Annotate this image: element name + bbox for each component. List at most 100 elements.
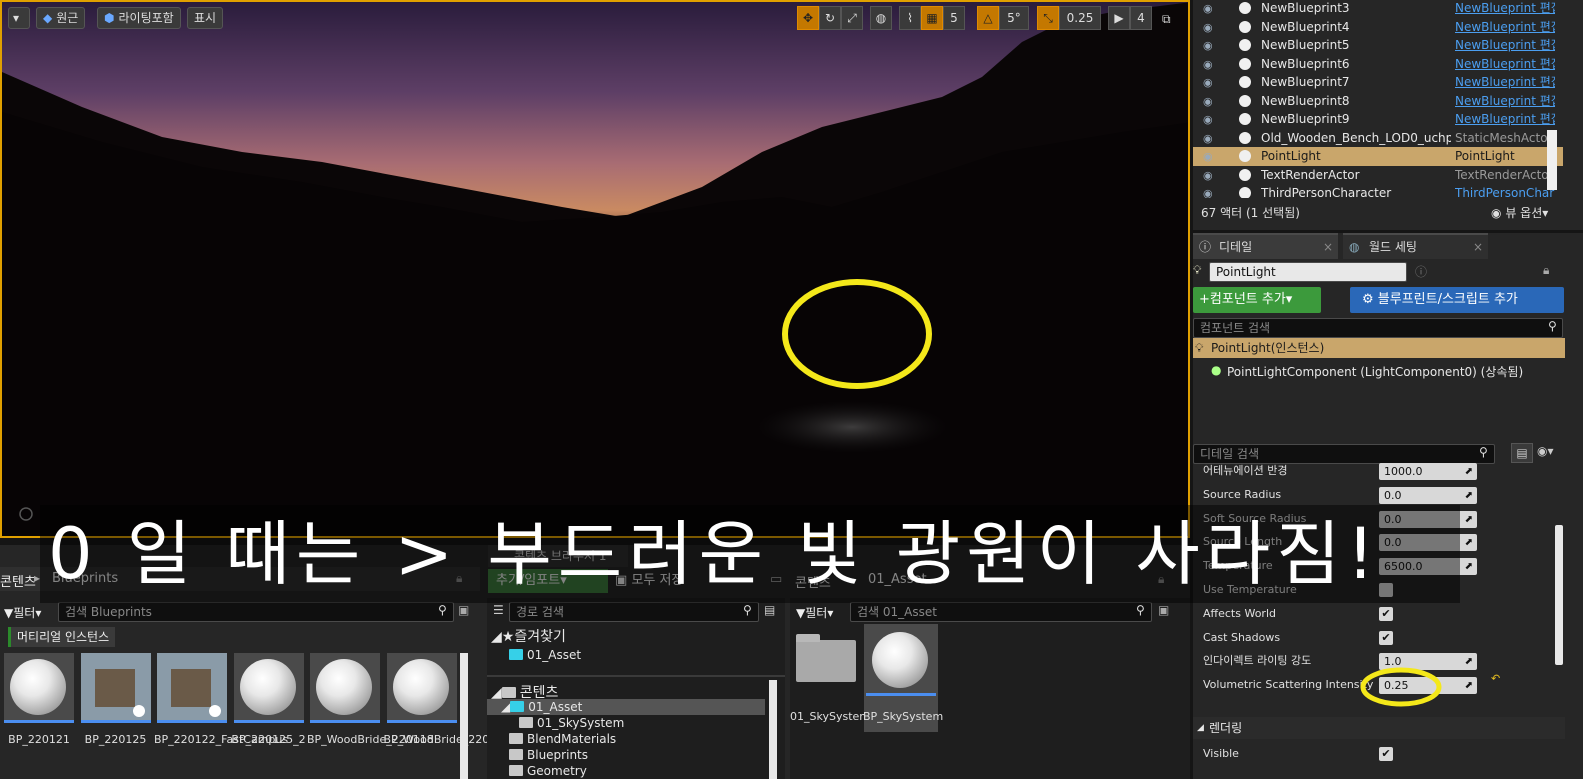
help-icon[interactable]: ⓘ [1415,263,1427,280]
show-button[interactable]: 표시 [187,7,224,29]
scale-snap-icon[interactable]: ⤡ [1037,6,1059,30]
property-value-field[interactable]: 0.0 [1379,486,1477,504]
list-view-icon[interactable]: ▤ [764,603,775,617]
outliner-row[interactable]: ◉ NewBlueprint9 NewBlueprint 편집 [1193,110,1563,129]
asset-thumbnail[interactable] [310,653,380,723]
actor-type[interactable]: NewBlueprint 편집 [1455,92,1555,111]
tab-details[interactable]: ⓘ 디테일 × [1193,233,1338,259]
outliner-row[interactable]: ◉ NewBlueprint8 NewBlueprint 편집 [1193,92,1563,111]
tree-item-geometry[interactable]: Geometry [509,764,587,778]
rotate-tool-icon[interactable]: ↻ [819,6,841,30]
save-icon[interactable]: ▣ [458,603,469,617]
left-content-tab[interactable]: 콘텐츠 [0,571,36,590]
visibility-eye-icon[interactable]: ◉ [1203,92,1213,111]
actor-type[interactable]: NewBlueprint 편집 [1455,36,1555,55]
actor-type[interactable]: NewBlueprint 편집 [1455,55,1555,74]
left-scrollbar[interactable] [460,653,468,779]
outliner-scrollbar[interactable] [1547,130,1557,190]
property-value-field[interactable]: 1000.0 [1379,463,1477,480]
lock-icon[interactable]: 🔒︎ [1543,263,1549,278]
filter-button[interactable]: ▼필터▾ [4,604,41,621]
visibility-eye-icon[interactable]: ◉ [1203,147,1213,166]
visibility-eye-icon[interactable]: ◉ [1203,166,1213,185]
asset-thumbnail[interactable] [233,653,304,723]
maximize-viewport-icon[interactable]: ⧉ [1160,8,1178,30]
rendering-section-header[interactable]: ◢ 렌더링 [1193,717,1565,739]
details-search-input[interactable]: 디테일 검색 [1193,444,1495,464]
material-instance-filter[interactable]: 머티리얼 인스턴스 [8,627,116,647]
lighting-mode-button[interactable]: ⬢ 라이팅포함 [97,7,181,29]
perspective-button[interactable]: ◆ 원근 [36,7,86,29]
camera-speed-icon[interactable]: ▶ [1108,6,1130,30]
actor-type[interactable]: NewBlueprint 편집 [1455,110,1555,129]
visibility-eye-icon[interactable]: ◉ [1203,73,1213,92]
view-options-button[interactable]: ◉ 뷰 옵션▾ [1491,204,1548,221]
surface-snap-icon[interactable]: ⌇ [899,6,921,30]
viewport-menu-button[interactable]: ▾ [8,7,30,29]
visibility-eye-icon[interactable]: ◉ [1203,55,1213,74]
level-viewport[interactable]: ▾ ◆ 원근 ⬢ 라이팅포함 표시 ✥ ↻ ⤢ ◍ ⌇ ▦ 5 △ 5° ⤡ 0.2… [0,0,1190,538]
tree-item-01-asset[interactable]: ◢ 01_Asset [501,700,582,714]
globe-icon[interactable]: ◍ [870,6,892,30]
sources-toggle-icon[interactable]: ☰ [493,603,504,617]
tree-item-blendmaterials[interactable]: BlendMaterials [509,732,616,746]
grid-snap-icon[interactable]: ▦ [921,6,943,30]
outliner-row[interactable]: ◉ NewBlueprint3 NewBlueprint 편집 [1193,0,1563,18]
actor-name-field[interactable]: PointLight [1209,262,1407,282]
translate-tool-icon[interactable]: ✥ [797,6,819,30]
favorite-item[interactable]: 01_Asset [509,648,581,662]
visibility-eye-icon[interactable]: ◉ [1203,110,1213,129]
component-search-input[interactable]: 컴포넌트 검색 [1193,318,1563,338]
add-blueprint-button[interactable]: ⚙ 블루프린트/스크립트 추가 [1350,287,1564,313]
outliner-row[interactable]: ◉ NewBlueprint5 NewBlueprint 편집 [1193,36,1563,55]
rotation-snap-value[interactable]: 5° [999,6,1029,30]
close-icon[interactable]: × [1323,235,1333,259]
actor-type[interactable]: NewBlueprint 편집 [1455,18,1555,37]
outliner-row[interactable]: ◉ Old_Wooden_Bench_LOD0_uchpfjef StaticMes… [1193,129,1563,148]
outliner-row[interactable]: ◉ NewBlueprint4 NewBlueprint 편집 [1193,18,1563,37]
visibility-eye-icon[interactable]: ◉ [1203,129,1213,148]
asset-bp-skysystem[interactable]: BP_SkySystem [863,624,943,732]
outliner-row[interactable]: ◉ PointLight PointLight [1193,147,1563,166]
blueprints-search-input[interactable]: 검색 Blueprints [58,602,454,622]
scale-tool-icon[interactable]: ⤢ [841,6,863,30]
grid-snap-value[interactable]: 5 [943,6,965,30]
path-search-input[interactable]: 경로 검색 [509,602,759,622]
tree-item-blueprints[interactable]: Blueprints [509,748,588,762]
actor-name: TextRenderActor [1261,167,1360,182]
filter-button[interactable]: ▼필터▾ [796,604,833,621]
eye-icon[interactable]: ◉▾ [1537,444,1554,458]
asset-search-input[interactable]: 검색 01_Asset [850,602,1152,622]
favorites-header[interactable]: ◢★즐겨찾기 [491,626,566,646]
tree-item-skysystem[interactable]: 01_SkySystem [519,716,624,730]
property-matrix-icon[interactable]: ▤ [1511,443,1533,463]
details-scrollbar[interactable] [1555,525,1563,665]
save-icon[interactable]: ▣ [1158,603,1169,617]
outliner-row[interactable]: ◉ TextRenderActor TextRenderActor [1193,166,1563,185]
close-icon[interactable]: × [1473,235,1483,259]
add-component-button[interactable]: +컴포넌트 추가▾ [1193,287,1321,313]
point-light-component-row[interactable]: ● PointLightComponent (LightComponent0) … [1211,363,1523,380]
asset-thumbnail[interactable] [386,653,457,723]
asset-thumbnail[interactable] [157,653,227,723]
reset-to-default-icon[interactable]: ↶ [1491,672,1500,685]
camera-speed-value[interactable]: 4 [1130,6,1152,30]
scale-snap-value[interactable]: 0.25 [1059,6,1101,30]
tree-scrollbar[interactable] [769,680,777,779]
visible-checkbox[interactable]: ✔ [1379,747,1393,761]
visibility-eye-icon[interactable]: ◉ [1203,18,1213,37]
asset-thumbnail[interactable] [4,653,74,723]
visibility-eye-icon[interactable]: ◉ [1203,0,1213,18]
actor-type[interactable]: NewBlueprint 편집 [1455,0,1555,18]
component-instance-row[interactable]: 💡︎ PointLight(인스턴스) [1193,338,1565,358]
property-checkbox[interactable]: ✔ [1379,630,1393,645]
asset-folder-skysystem[interactable] [796,632,858,682]
property-checkbox[interactable]: ✔ [1379,606,1393,621]
angle-snap-icon[interactable]: △ [977,6,999,30]
outliner-row[interactable]: ◉ NewBlueprint6 NewBlueprint 편집 [1193,55,1563,74]
asset-thumbnail[interactable] [80,653,151,723]
visibility-eye-icon[interactable]: ◉ [1203,36,1213,55]
outliner-row[interactable]: ◉ NewBlueprint7 NewBlueprint 편집 [1193,73,1563,92]
tab-world-settings[interactable]: ◍ 월드 세팅 × [1343,233,1488,259]
actor-type[interactable]: NewBlueprint 편집 [1455,73,1555,92]
